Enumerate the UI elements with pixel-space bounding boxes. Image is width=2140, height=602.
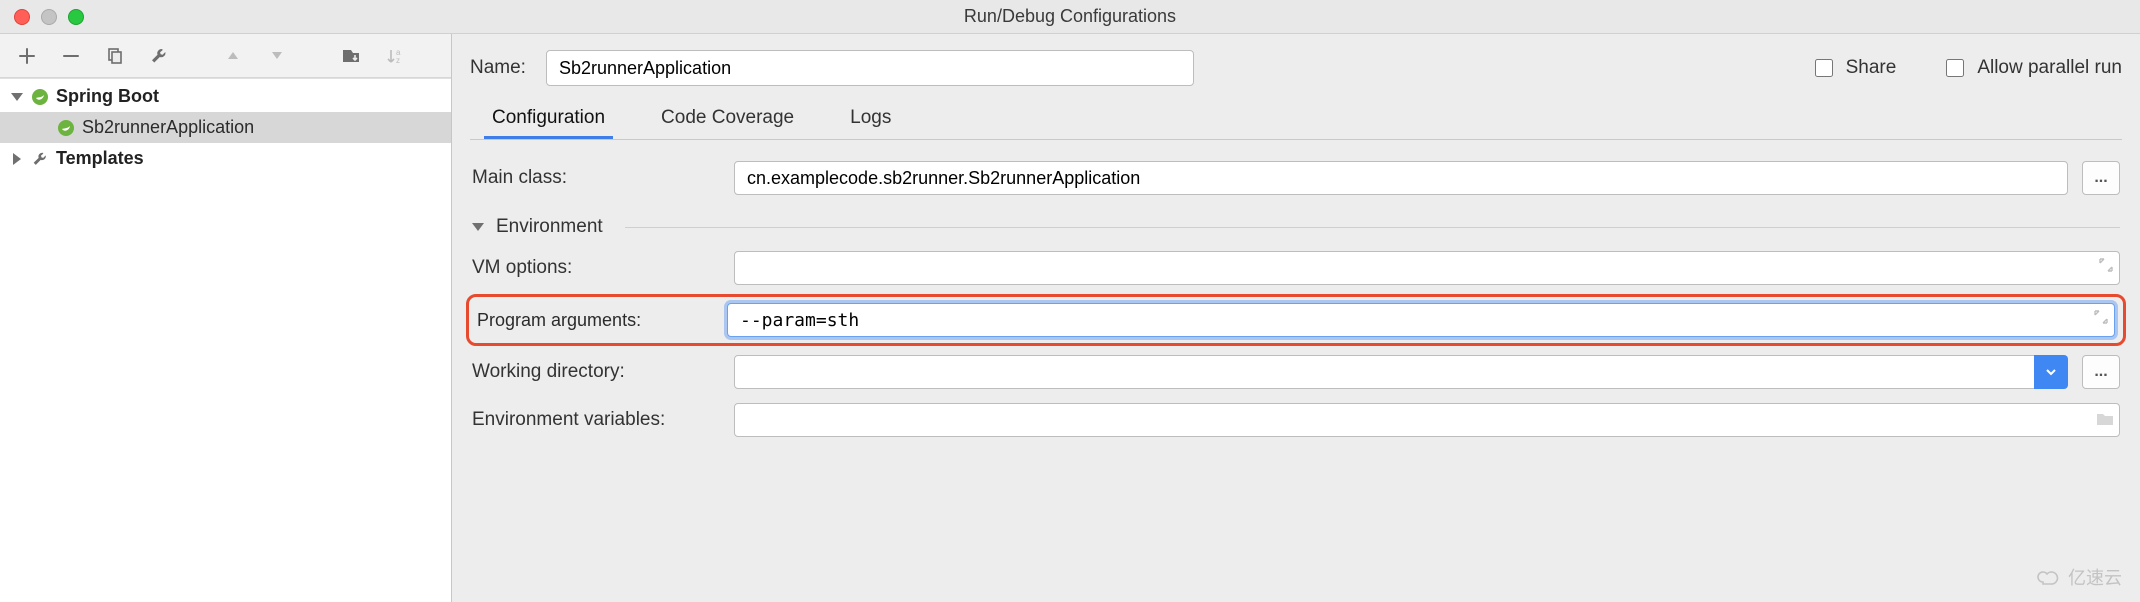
tabs: Configuration Code Coverage Logs <box>470 100 2122 140</box>
remove-icon[interactable] <box>60 45 82 67</box>
tab-code-coverage[interactable]: Code Coverage <box>653 107 802 139</box>
wrench-icon[interactable] <box>148 45 170 67</box>
copy-icon[interactable] <box>104 45 126 67</box>
working-directory-history-button[interactable] <box>2034 355 2068 389</box>
program-arguments-input[interactable] <box>727 303 2115 337</box>
wrench-icon <box>30 149 50 169</box>
move-down-icon <box>266 45 288 67</box>
chevron-down-icon[interactable] <box>10 90 24 104</box>
main-class-input[interactable] <box>734 161 2068 195</box>
vm-options-label: VM options: <box>472 257 720 279</box>
row-working-directory: Working directory: ... <box>472 348 2120 396</box>
title-bar: Run/Debug Configurations <box>0 0 2140 34</box>
row-program-arguments: Program arguments: <box>466 294 2126 346</box>
row-vm-options: VM options: <box>472 244 2120 292</box>
window-title: Run/Debug Configurations <box>0 6 2140 27</box>
environment-section-label: Environment <box>496 216 603 238</box>
name-label: Name: <box>470 57 526 79</box>
main-class-label: Main class: <box>472 167 720 189</box>
allow-parallel-label: Allow parallel run <box>1977 57 2122 79</box>
main-class-browse-button[interactable]: ... <box>2082 161 2120 195</box>
save-template-icon[interactable] <box>340 45 362 67</box>
env-variables-label: Environment variables: <box>472 409 720 431</box>
working-directory-browse-button[interactable]: ... <box>2082 355 2120 389</box>
sort-icon: az <box>384 45 406 67</box>
allow-parallel-checkbox-input[interactable] <box>1946 59 1964 77</box>
chevron-down-icon <box>472 223 484 231</box>
watermark: 亿速云 <box>2036 564 2122 590</box>
divider <box>625 227 2120 228</box>
tree-node-spring-boot[interactable]: Spring Boot <box>0 81 451 112</box>
tree-node-sb2runner[interactable]: Sb2runnerApplication <box>0 112 451 143</box>
row-env-variables: Environment variables: <box>472 396 2120 444</box>
program-arguments-label: Program arguments: <box>477 310 713 331</box>
tab-configuration[interactable]: Configuration <box>484 107 613 139</box>
left-panel: az Spring Boot Sb2runnerApplication <box>0 34 452 602</box>
right-panel: Name: Share Allow parallel run Configura… <box>452 34 2140 602</box>
svg-text:z: z <box>396 56 400 65</box>
working-directory-label: Working directory: <box>472 361 720 383</box>
name-input[interactable] <box>546 50 1194 86</box>
tree-node-label: Templates <box>56 148 144 169</box>
environment-section-header[interactable]: Environment <box>472 216 2120 238</box>
spring-icon <box>56 118 76 138</box>
folder-icon[interactable] <box>2096 411 2112 427</box>
tree-node-label: Spring Boot <box>56 86 159 107</box>
add-icon[interactable] <box>16 45 38 67</box>
form: Main class: ... Environment VM options: <box>470 154 2122 444</box>
share-checkbox[interactable]: Share <box>1811 56 1897 80</box>
row-main-class: Main class: ... <box>472 154 2120 202</box>
tree-node-label: Sb2runnerApplication <box>82 117 254 138</box>
spring-icon <box>30 87 50 107</box>
chevron-right-icon[interactable] <box>10 152 24 166</box>
watermark-text: 亿速云 <box>2068 564 2122 590</box>
move-up-icon <box>222 45 244 67</box>
tree-node-templates[interactable]: Templates <box>0 143 451 174</box>
share-label: Share <box>1846 57 1897 79</box>
vm-options-input[interactable] <box>734 251 2120 285</box>
tab-logs[interactable]: Logs <box>842 107 899 139</box>
config-tree[interactable]: Spring Boot Sb2runnerApplication Templat… <box>0 78 451 602</box>
share-checkbox-input[interactable] <box>1815 59 1833 77</box>
allow-parallel-checkbox[interactable]: Allow parallel run <box>1942 56 2122 80</box>
working-directory-input[interactable] <box>734 355 2038 389</box>
left-toolbar: az <box>0 34 451 78</box>
env-variables-input[interactable] <box>734 403 2120 437</box>
